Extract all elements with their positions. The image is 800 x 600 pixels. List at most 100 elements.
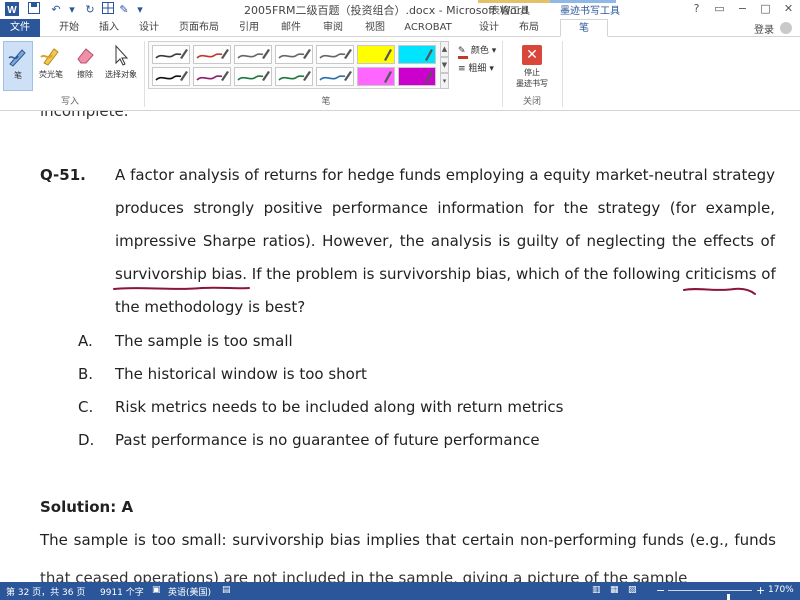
tab-acrobat[interactable]: ACROBAT	[398, 19, 458, 37]
tab-mailings[interactable]: 邮件	[274, 19, 308, 37]
question-line: survivorship bias. If the problem is sur…	[115, 265, 776, 283]
tab-review[interactable]: 审阅	[316, 19, 350, 37]
choice-text: Risk metrics needs to be included along …	[115, 398, 564, 416]
read-mode-icon[interactable]: ▥	[592, 585, 601, 595]
word-count[interactable]: 9911 个字	[100, 585, 144, 598]
eraser-icon	[77, 48, 94, 64]
pen-swatch[interactable]	[152, 67, 190, 86]
pen-button[interactable]: 笔	[3, 41, 33, 91]
tab-table-design[interactable]: 设计	[472, 19, 506, 37]
tab-home[interactable]: 开始	[52, 19, 86, 37]
group-separator	[562, 41, 563, 107]
choice-letter: C.	[78, 398, 94, 416]
solution-text-fragment: that ceased operations) are not included…	[40, 569, 688, 582]
undo-icon[interactable]: ↶	[48, 2, 64, 17]
language-indicator[interactable]: 英语(美国)	[168, 585, 211, 598]
pen-thickness-button[interactable]: ≡ 粗细 ▾	[458, 61, 494, 74]
zoom-out-icon[interactable]: −	[656, 584, 665, 597]
avatar[interactable]	[780, 22, 792, 34]
customize-toolbar-icon[interactable]: ▾	[132, 2, 148, 17]
solution-text: The sample is too small: survivorship bi…	[40, 531, 776, 549]
question-line: A factor analysis of returns for hedge f…	[115, 166, 775, 184]
document-title: 2005FRM二级百题（投资组合）.docx - Microsoft Word	[244, 4, 529, 17]
highlighter-label: 荧光笔	[39, 70, 63, 79]
redo-icon[interactable]: ↻	[82, 2, 98, 17]
highlighter-button[interactable]: 荧光笔	[35, 41, 67, 91]
write-group-label: 写入	[60, 97, 79, 107]
tab-design[interactable]: 设计	[132, 19, 166, 37]
undo-dropdown-icon[interactable]: ▾	[64, 2, 80, 17]
stop-inking-button[interactable]: ✕ 停止 墨迹书写	[508, 41, 556, 91]
choice-text: The sample is too small	[115, 332, 293, 350]
question-line: the methodology is best?	[115, 298, 306, 316]
window-controls: ? ▭ − □ ✕	[685, 0, 800, 19]
highlighter-icon	[40, 48, 59, 66]
pen-swatch[interactable]	[398, 67, 436, 86]
pen-swatch[interactable]	[234, 67, 272, 86]
choice-letter: B.	[78, 365, 94, 383]
pen-swatch[interactable]	[357, 67, 395, 86]
tab-table-layout[interactable]: 布局	[512, 19, 546, 37]
tab-view[interactable]: 视图	[358, 19, 392, 37]
pen-color-button[interactable]: ✎ 颜色 ▾	[458, 43, 496, 59]
status-bar: 第 32 页，共 36 页 9911 个字 ▣ 英语(美国) ▤ ▥ ▦ ▧ −…	[0, 582, 800, 600]
zoom-slider-thumb[interactable]	[727, 594, 731, 600]
question-line: produces strongly positive performance i…	[115, 199, 775, 217]
pen-swatch[interactable]	[193, 67, 231, 86]
pen-swatch[interactable]	[275, 67, 313, 86]
word-logo-icon[interactable]: W	[4, 2, 20, 17]
pen-swatch[interactable]	[275, 45, 313, 64]
select-objects-button[interactable]: 选择对象	[102, 41, 140, 91]
minimize-button[interactable]: −	[731, 0, 754, 19]
stop-inking-icon: ✕	[522, 45, 542, 65]
gallery-down-icon[interactable]: ▼	[440, 57, 449, 73]
gallery-more-icon[interactable]: ▾	[440, 73, 449, 89]
table-icon[interactable]	[100, 2, 116, 17]
gallery-up-icon[interactable]: ▲	[440, 41, 449, 57]
ribbon: 笔 荧光笔 擦除 选择对象 写入 ▲ ▼ ▾ ✎ 颜色 ▾ ≡ 粗细 ▾ 笔 ✕…	[0, 37, 800, 111]
table-tools-label: 表格工具	[490, 6, 530, 17]
document-page[interactable]: incomplete. Q-51. A factor analysis of r…	[0, 111, 800, 582]
web-layout-icon[interactable]: ▧	[628, 585, 637, 595]
svg-text:W: W	[7, 5, 17, 16]
pen-swatch[interactable]	[316, 45, 354, 64]
page-count[interactable]: 第 32 页，共 36 页	[6, 585, 85, 598]
tab-insert[interactable]: 插入	[92, 19, 126, 37]
eraser-button[interactable]: 擦除	[70, 41, 100, 91]
macro-record-icon[interactable]: ▤	[222, 585, 231, 595]
print-layout-icon[interactable]: ▦	[610, 585, 619, 595]
format-painter-icon[interactable]: ✎	[116, 2, 132, 17]
zoom-level[interactable]: 170%	[768, 585, 794, 595]
tab-file[interactable]: 文件	[0, 19, 40, 37]
tab-page-layout[interactable]: 页面布局	[172, 19, 226, 37]
ink-underline-survivorship-bias[interactable]	[112, 283, 252, 295]
tab-references[interactable]: 引用	[232, 19, 266, 37]
pen-swatch[interactable]	[193, 45, 231, 64]
group-separator	[144, 41, 145, 107]
zoom-in-icon[interactable]: +	[756, 584, 765, 597]
pen-swatch[interactable]	[398, 45, 436, 64]
tab-pens[interactable]: 笔	[560, 19, 608, 37]
save-icon[interactable]	[26, 2, 42, 17]
solution-heading: Solution: A	[40, 498, 134, 516]
pen-swatch[interactable]	[316, 67, 354, 86]
stop-inking-label-2: 墨迹书写	[516, 79, 548, 88]
ribbon-display-button[interactable]: ▭	[708, 0, 731, 19]
ink-underline-criticisms[interactable]	[682, 283, 758, 297]
select-arrow-icon	[115, 44, 129, 66]
zoom-slider[interactable]	[668, 590, 752, 600]
proofing-icon[interactable]: ▣	[152, 585, 161, 595]
pen-swatch[interactable]	[357, 45, 395, 64]
choice-letter: A.	[78, 332, 93, 350]
ribbon-tab-bar: 文件 开始 插入 设计 页面布局 引用 邮件 审阅 视图 ACROBAT 设计 …	[0, 19, 800, 37]
help-button[interactable]: ?	[685, 0, 708, 19]
maximize-button[interactable]: □	[754, 0, 777, 19]
close-button[interactable]: ✕	[777, 0, 800, 19]
pen-color-label: 颜色	[470, 46, 489, 56]
pen-swatch[interactable]	[234, 45, 272, 64]
choice-text: Past performance is no guarantee of futu…	[115, 431, 540, 449]
login-link[interactable]: 登录	[754, 21, 774, 36]
chevron-down-icon: ▾	[489, 64, 494, 74]
pen-swatch[interactable]	[152, 45, 190, 64]
previous-text-fragment: incomplete.	[40, 111, 129, 120]
